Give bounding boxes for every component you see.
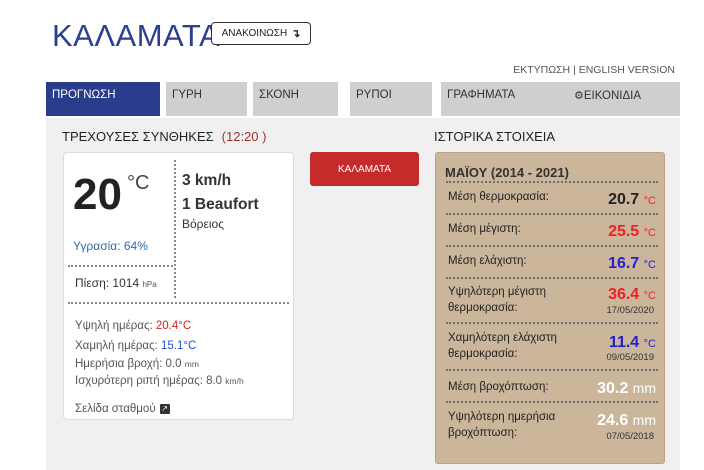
label-line1: Χαμηλότερη ελάχιστη bbox=[448, 332, 557, 344]
current-temperature: 20 bbox=[73, 170, 122, 219]
history-row-label: Μέση μέγιστη: bbox=[448, 223, 521, 235]
row-divider bbox=[446, 181, 658, 183]
history-row-value: 11.4 °C bbox=[609, 334, 656, 352]
daily-rain: Ημερήσια βροχή: 0.0 mm bbox=[75, 358, 199, 370]
label-line1: Υψηλότερη μέγιστη bbox=[448, 286, 546, 298]
value-unit: °C bbox=[643, 338, 656, 350]
tab-bar: ΠΡΟΓΝΩΣΗ ΓΥΡΗ ΣΚΟΝΗ ΡΥΠΟΙ ΓΡΑΦΗΜΑΤΑ ⚙ΕΙΚ… bbox=[46, 82, 680, 116]
link-separator: | bbox=[573, 64, 576, 76]
tab-pollutants[interactable]: ΡΥΠΟΙ bbox=[350, 82, 432, 116]
row-divider bbox=[446, 213, 658, 215]
value-number: 16.7 bbox=[608, 255, 640, 272]
tab-icons[interactable]: ⚙ΕΙΚΟΝΙΔΙΑ bbox=[568, 82, 680, 116]
value-number: 11.4 bbox=[608, 334, 640, 351]
row-divider bbox=[446, 245, 658, 247]
daily-rain-value: Ημερήσια βροχή: 0.0 bbox=[75, 358, 182, 370]
external-link-icon: ↗ bbox=[159, 404, 170, 414]
announcement-label: ΑΝΑΚΟΙΝΩΣΗ bbox=[221, 28, 288, 39]
history-row-label: Χαμηλότερη ελάχιστη θερμοκρασία: bbox=[448, 330, 557, 362]
value-number: 24.6 bbox=[597, 412, 629, 429]
divider bbox=[68, 302, 289, 304]
vertical-divider bbox=[174, 160, 176, 298]
pressure-value: Πίεση: 1014 bbox=[75, 276, 140, 290]
value-unit: °C bbox=[643, 195, 656, 207]
row-divider bbox=[446, 369, 658, 371]
arrow-turn-down-icon: ↴ bbox=[291, 28, 301, 40]
announcement-button[interactable]: ΑΝΑΚΟΙΝΩΣΗ ↴ bbox=[211, 22, 311, 45]
gust-value: Ισχυρότερη ριπή ημέρας: 8.0 bbox=[75, 375, 223, 387]
history-row-label: Μέση θερμοκρασία: bbox=[448, 191, 549, 203]
day-low-value: 15.1°C bbox=[160, 340, 197, 352]
wind-speed: 3 km/h bbox=[182, 172, 232, 189]
humidity: Υγρασία: 64% bbox=[73, 239, 148, 253]
tab-label: ΕΙΚΟΝΙΔΙΑ bbox=[583, 90, 642, 102]
english-version-link[interactable]: ENGLISH VERSION bbox=[579, 64, 675, 76]
gust-unit: km/h bbox=[225, 376, 244, 386]
current-time: (12:20 ) bbox=[221, 129, 267, 144]
value-unit: °C bbox=[643, 259, 656, 271]
day-high: Υψηλή ημέρας: 20.4°C bbox=[75, 320, 191, 332]
wind-beaufort: 1 Beaufort bbox=[182, 196, 259, 213]
wind-direction: Βόρειος bbox=[182, 217, 224, 231]
label-line2: βροχόπτωση: bbox=[448, 427, 518, 439]
value-unit: mm bbox=[632, 380, 656, 396]
tab-forecast[interactable]: ΠΡΟΓΝΩΣΗ bbox=[46, 82, 160, 116]
history-row-value: 24.6 mm bbox=[597, 412, 656, 430]
history-row-label: Υψηλότερη ημερήσια βροχόπτωση: bbox=[448, 409, 555, 441]
history-row-label: Υψηλότερη μέγιστη θερμοκρασία: bbox=[448, 284, 546, 316]
current-conditions-heading: ΤΡΕΧΟΥΣΕΣ ΣΥΝΘΗΚΕΣ (12:20 ) bbox=[62, 129, 266, 144]
value-unit: °C bbox=[643, 290, 656, 302]
label-line1: Υψηλότερη ημερήσια bbox=[448, 411, 556, 423]
history-row-label: Μέση βροχόπτωση: bbox=[448, 381, 549, 393]
tab-label: ΓΥΡΗ bbox=[172, 89, 202, 101]
tab-dust[interactable]: ΣΚΟΝΗ bbox=[253, 82, 338, 116]
row-divider bbox=[446, 277, 658, 279]
history-period: ΜΑΪΟΥ (2014 - 2021) bbox=[445, 165, 569, 180]
day-low-label: Χαμηλή ημέρας: bbox=[75, 340, 158, 352]
pressure: Πίεση: 1014 hPa bbox=[75, 276, 157, 290]
tab-label: ΠΡΟΓΝΩΣΗ bbox=[52, 89, 116, 101]
tab-label: ΡΥΠΟΙ bbox=[356, 89, 392, 101]
value-number: 36.4 bbox=[608, 286, 640, 303]
history-row-value: 16.7 °C bbox=[608, 255, 656, 273]
temperature-unit: °C bbox=[127, 172, 150, 194]
value-unit: °C bbox=[643, 227, 656, 239]
print-link[interactable]: ΕΚΤΥΠΩΣΗ bbox=[513, 64, 570, 76]
tab-label: ΣΚΟΝΗ bbox=[259, 89, 299, 101]
value-number: 30.2 bbox=[597, 380, 629, 397]
station-page-link[interactable]: Σελίδα σταθμού ↗ bbox=[75, 403, 170, 415]
row-divider bbox=[446, 401, 658, 403]
history-row-value: 25.5 °C bbox=[608, 223, 656, 241]
history-row-date: 09/05/2019 bbox=[606, 352, 654, 363]
strongest-gust: Ισχυρότερη ριπή ημέρας: 8.0 km/h bbox=[75, 375, 244, 387]
history-row-value: 36.4 °C bbox=[608, 286, 656, 304]
tab-label: ΓΡΑΦΗΜΑΤΑ bbox=[447, 89, 516, 101]
history-heading: ΙΣΤΟΡΙΚΑ ΣΤΟΙΧΕΙΑ bbox=[434, 129, 556, 144]
tab-pollen[interactable]: ΓΥΡΗ bbox=[166, 82, 247, 116]
history-row-value: 20.7 °C bbox=[608, 191, 656, 209]
value-unit: mm bbox=[632, 412, 656, 428]
history-row-date: 07/05/2018 bbox=[606, 431, 654, 442]
day-high-value: 20.4°C bbox=[155, 320, 192, 332]
day-low: Χαμηλή ημέρας: 15.1°C bbox=[75, 340, 196, 352]
history-row-value: 30.2 mm bbox=[597, 380, 656, 398]
value-number: 20.7 bbox=[608, 191, 640, 208]
location-button[interactable]: ΚΑΛΑΜΑΤΑ bbox=[310, 152, 419, 186]
divider bbox=[68, 265, 173, 267]
station-link-label: Σελίδα σταθμού bbox=[75, 403, 156, 415]
row-divider bbox=[446, 322, 658, 324]
rain-unit: mm bbox=[184, 359, 199, 369]
label-line2: θερμοκρασία: bbox=[448, 348, 518, 360]
current-heading-text: ΤΡΕΧΟΥΣΕΣ ΣΥΝΘΗΚΕΣ bbox=[62, 129, 214, 144]
day-high-label: Υψηλή ημέρας: bbox=[75, 320, 153, 332]
history-row-date: 17/05/2020 bbox=[606, 305, 654, 316]
gear-icon: ⚙ bbox=[574, 90, 584, 102]
pressure-unit: hPa bbox=[142, 280, 157, 289]
label-line2: θερμοκρασία: bbox=[448, 302, 518, 314]
tab-charts[interactable]: ΓΡΑΦΗΜΑΤΑ bbox=[441, 82, 568, 116]
history-row-label: Μέση ελάχιστη: bbox=[448, 255, 527, 267]
page-title: ΚΑΛΑΜΑΤΑ bbox=[52, 18, 221, 53]
value-number: 25.5 bbox=[608, 223, 640, 240]
top-links: ΕΚΤΥΠΩΣΗ | ENGLISH VERSION bbox=[513, 64, 675, 76]
